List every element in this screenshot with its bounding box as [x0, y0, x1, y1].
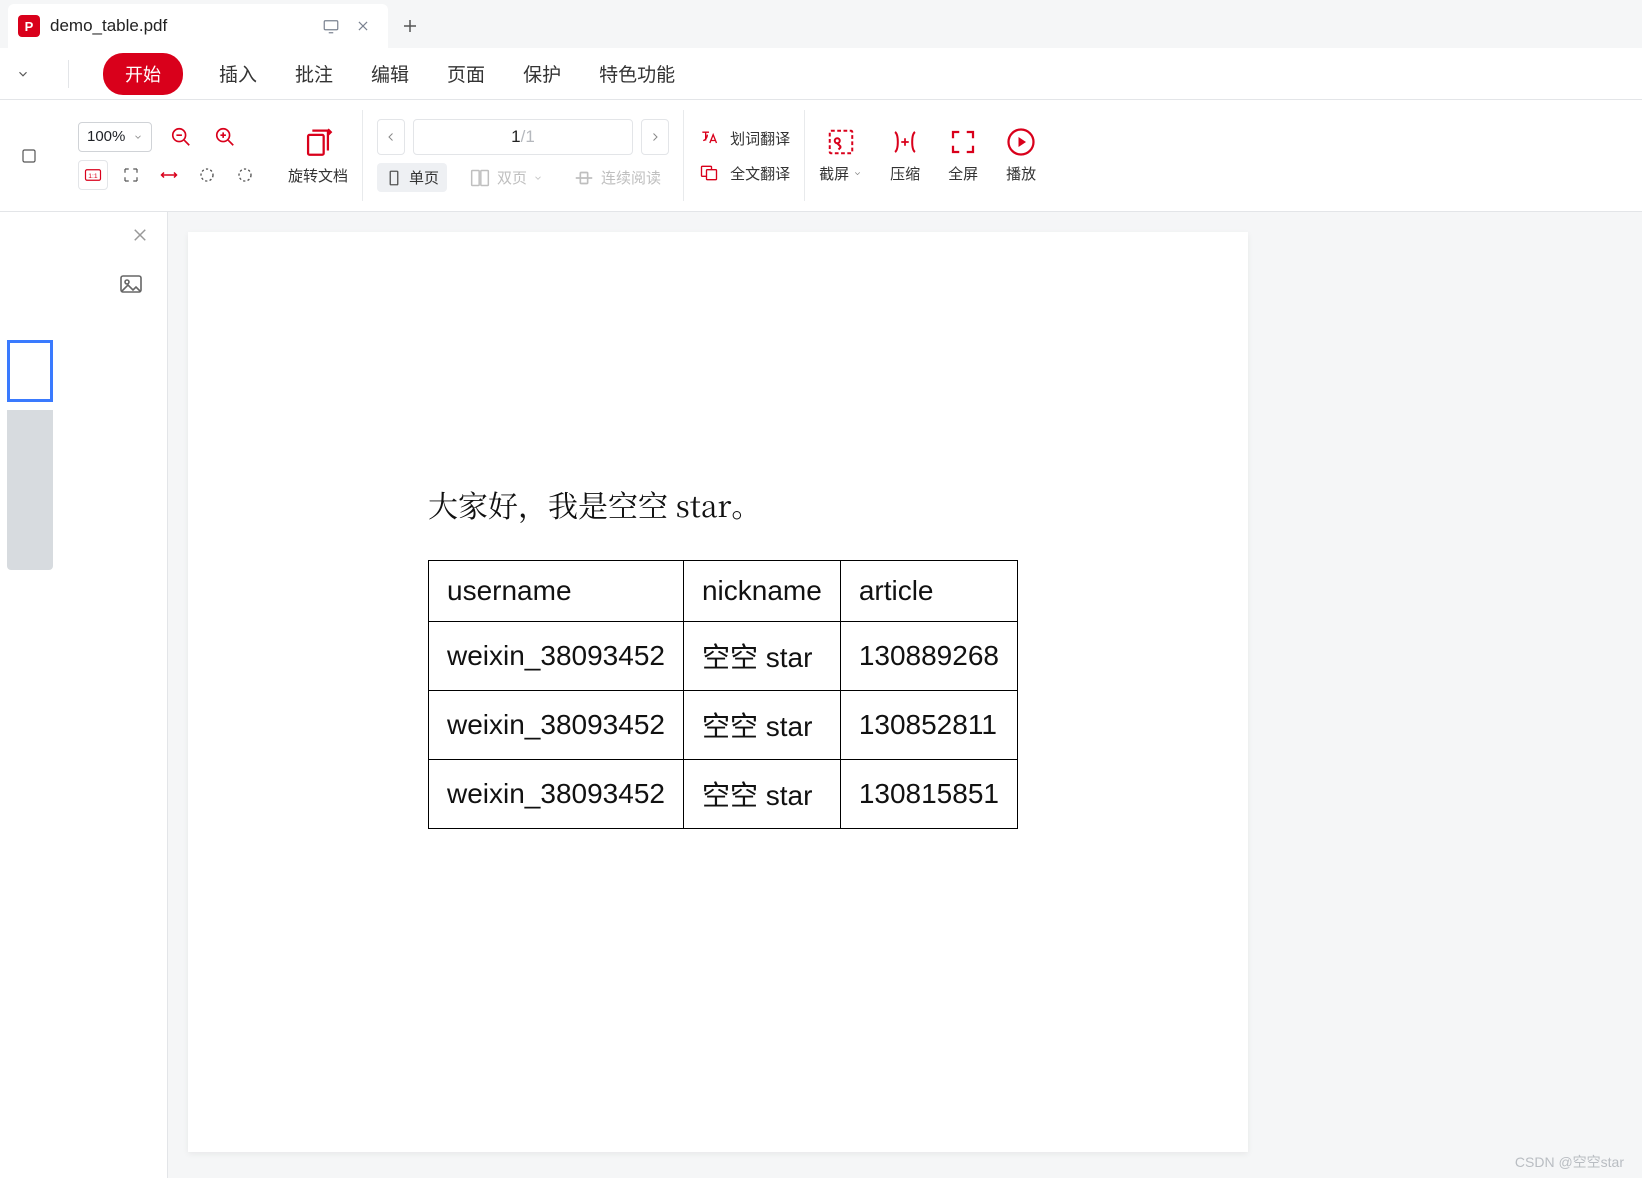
translate-group: 划词翻译 全文翻译: [684, 100, 804, 211]
zoom-in-icon[interactable]: [210, 122, 240, 152]
thumbnail-mode-icon[interactable]: [119, 274, 143, 294]
compress-label: 压缩: [890, 163, 920, 184]
tab-title: demo_table.pdf: [50, 16, 310, 36]
menu-start[interactable]: 开始: [103, 53, 183, 95]
rotate-label: 旋转文档: [288, 165, 348, 186]
full-translate-label: 全文翻译: [730, 163, 790, 184]
fullscreen-label: 全屏: [948, 163, 978, 184]
zoom-out-icon[interactable]: [166, 122, 196, 152]
menu-protect[interactable]: 保护: [521, 56, 563, 91]
double-page-mode[interactable]: 双页: [461, 163, 551, 192]
pdf-page: 大家好，我是空空 star。 username nickname article…: [188, 232, 1248, 1152]
table-row: weixin_38093452 空空 star 130815851: [429, 760, 1018, 829]
screenshot-label: 截屏: [819, 163, 849, 184]
workspace: 大家好，我是空空 star。 username nickname article…: [0, 212, 1642, 1178]
cell-username: weixin_38093452: [429, 760, 684, 829]
next-page-button[interactable]: [641, 119, 669, 155]
zoom-select[interactable]: 100%: [78, 122, 152, 152]
app-menu-chevron-icon[interactable]: [12, 63, 34, 85]
play-button[interactable]: 播放: [992, 100, 1050, 211]
pdf-app-icon: P: [18, 15, 40, 37]
share-screen-icon[interactable]: [320, 15, 342, 37]
page-total: 1: [525, 127, 534, 147]
document-tab[interactable]: P demo_table.pdf: [8, 4, 388, 48]
menu-feature[interactable]: 特色功能: [597, 56, 677, 91]
cell-article: 130815851: [840, 760, 1017, 829]
prev-page-button[interactable]: [377, 119, 405, 155]
actual-size-icon[interactable]: 1:1: [78, 160, 108, 190]
table-row: weixin_38093452 空空 star 130852811: [429, 691, 1018, 760]
double-page-label: 双页: [497, 167, 527, 188]
close-tab-icon[interactable]: [352, 15, 374, 37]
unknown-left-icon[interactable]: [20, 141, 50, 171]
page-group: 1 / 1 单页 双页 连续阅读: [363, 100, 683, 211]
cell-article: 130852811: [840, 691, 1017, 760]
compress-button[interactable]: 压缩: [876, 100, 934, 211]
cell-username: weixin_38093452: [429, 691, 684, 760]
fit-page-icon[interactable]: [116, 160, 146, 190]
new-tab-button[interactable]: [388, 4, 432, 48]
word-translate-label: 划词翻译: [730, 128, 790, 149]
cell-article: 130889268: [840, 622, 1017, 691]
col-nickname: nickname: [683, 561, 840, 622]
single-page-mode[interactable]: 单页: [377, 163, 447, 192]
document-canvas[interactable]: 大家好，我是空空 star。 username nickname article…: [168, 212, 1642, 1178]
cell-username: weixin_38093452: [429, 622, 684, 691]
col-username: username: [429, 561, 684, 622]
single-page-label: 单页: [409, 167, 439, 188]
menu-edit[interactable]: 编辑: [369, 56, 411, 91]
thumbnail-gutter: [7, 410, 53, 570]
menu-annotate[interactable]: 批注: [293, 56, 335, 91]
thumbnail-sidebar: [0, 212, 168, 1178]
cell-nickname: 空空 star: [683, 691, 840, 760]
menu-page[interactable]: 页面: [445, 56, 487, 91]
toolbar: 100% 1:1: [0, 100, 1642, 212]
screenshot-button[interactable]: 截屏: [805, 100, 876, 211]
left-edge-group: [0, 100, 64, 211]
close-sidebar-icon[interactable]: [131, 226, 149, 244]
document-table: username nickname article weixin_3809345…: [428, 560, 1018, 829]
full-translate-button[interactable]: 全文翻译: [698, 163, 790, 184]
play-label: 播放: [1006, 163, 1036, 184]
thumbnail-strip: [0, 340, 60, 570]
page-thumbnail[interactable]: [7, 340, 53, 402]
page-current: 1: [511, 127, 520, 147]
rotate-document-button[interactable]: 旋转文档: [274, 100, 362, 211]
fullscreen-button[interactable]: 全屏: [934, 100, 992, 211]
svg-text:1:1: 1:1: [88, 173, 98, 180]
page-number-field[interactable]: 1 / 1: [413, 119, 633, 155]
zoom-value: 100%: [87, 128, 125, 145]
rotate-ccw-icon[interactable]: [192, 160, 222, 190]
document-heading: 大家好，我是空空 star。: [428, 482, 1208, 526]
fit-width-icon[interactable]: [154, 160, 184, 190]
watermark-text: CSDN @空空star: [1515, 1152, 1624, 1172]
cell-nickname: 空空 star: [683, 622, 840, 691]
word-translate-button[interactable]: 划词翻译: [698, 128, 790, 149]
table-header-row: username nickname article: [429, 561, 1018, 622]
cell-nickname: 空空 star: [683, 760, 840, 829]
table-row: weixin_38093452 空空 star 130889268: [429, 622, 1018, 691]
titlebar: P demo_table.pdf: [0, 0, 1642, 48]
col-article: article: [840, 561, 1017, 622]
menubar: 开始 插入 批注 编辑 页面 保护 特色功能: [0, 48, 1642, 100]
continuous-label: 连续阅读: [601, 167, 661, 188]
rotate-cw-icon[interactable]: [230, 160, 260, 190]
divider: [68, 60, 69, 88]
continuous-mode[interactable]: 连续阅读: [565, 163, 669, 192]
menu-insert[interactable]: 插入: [217, 56, 259, 91]
zoom-group: 100% 1:1: [64, 100, 274, 211]
